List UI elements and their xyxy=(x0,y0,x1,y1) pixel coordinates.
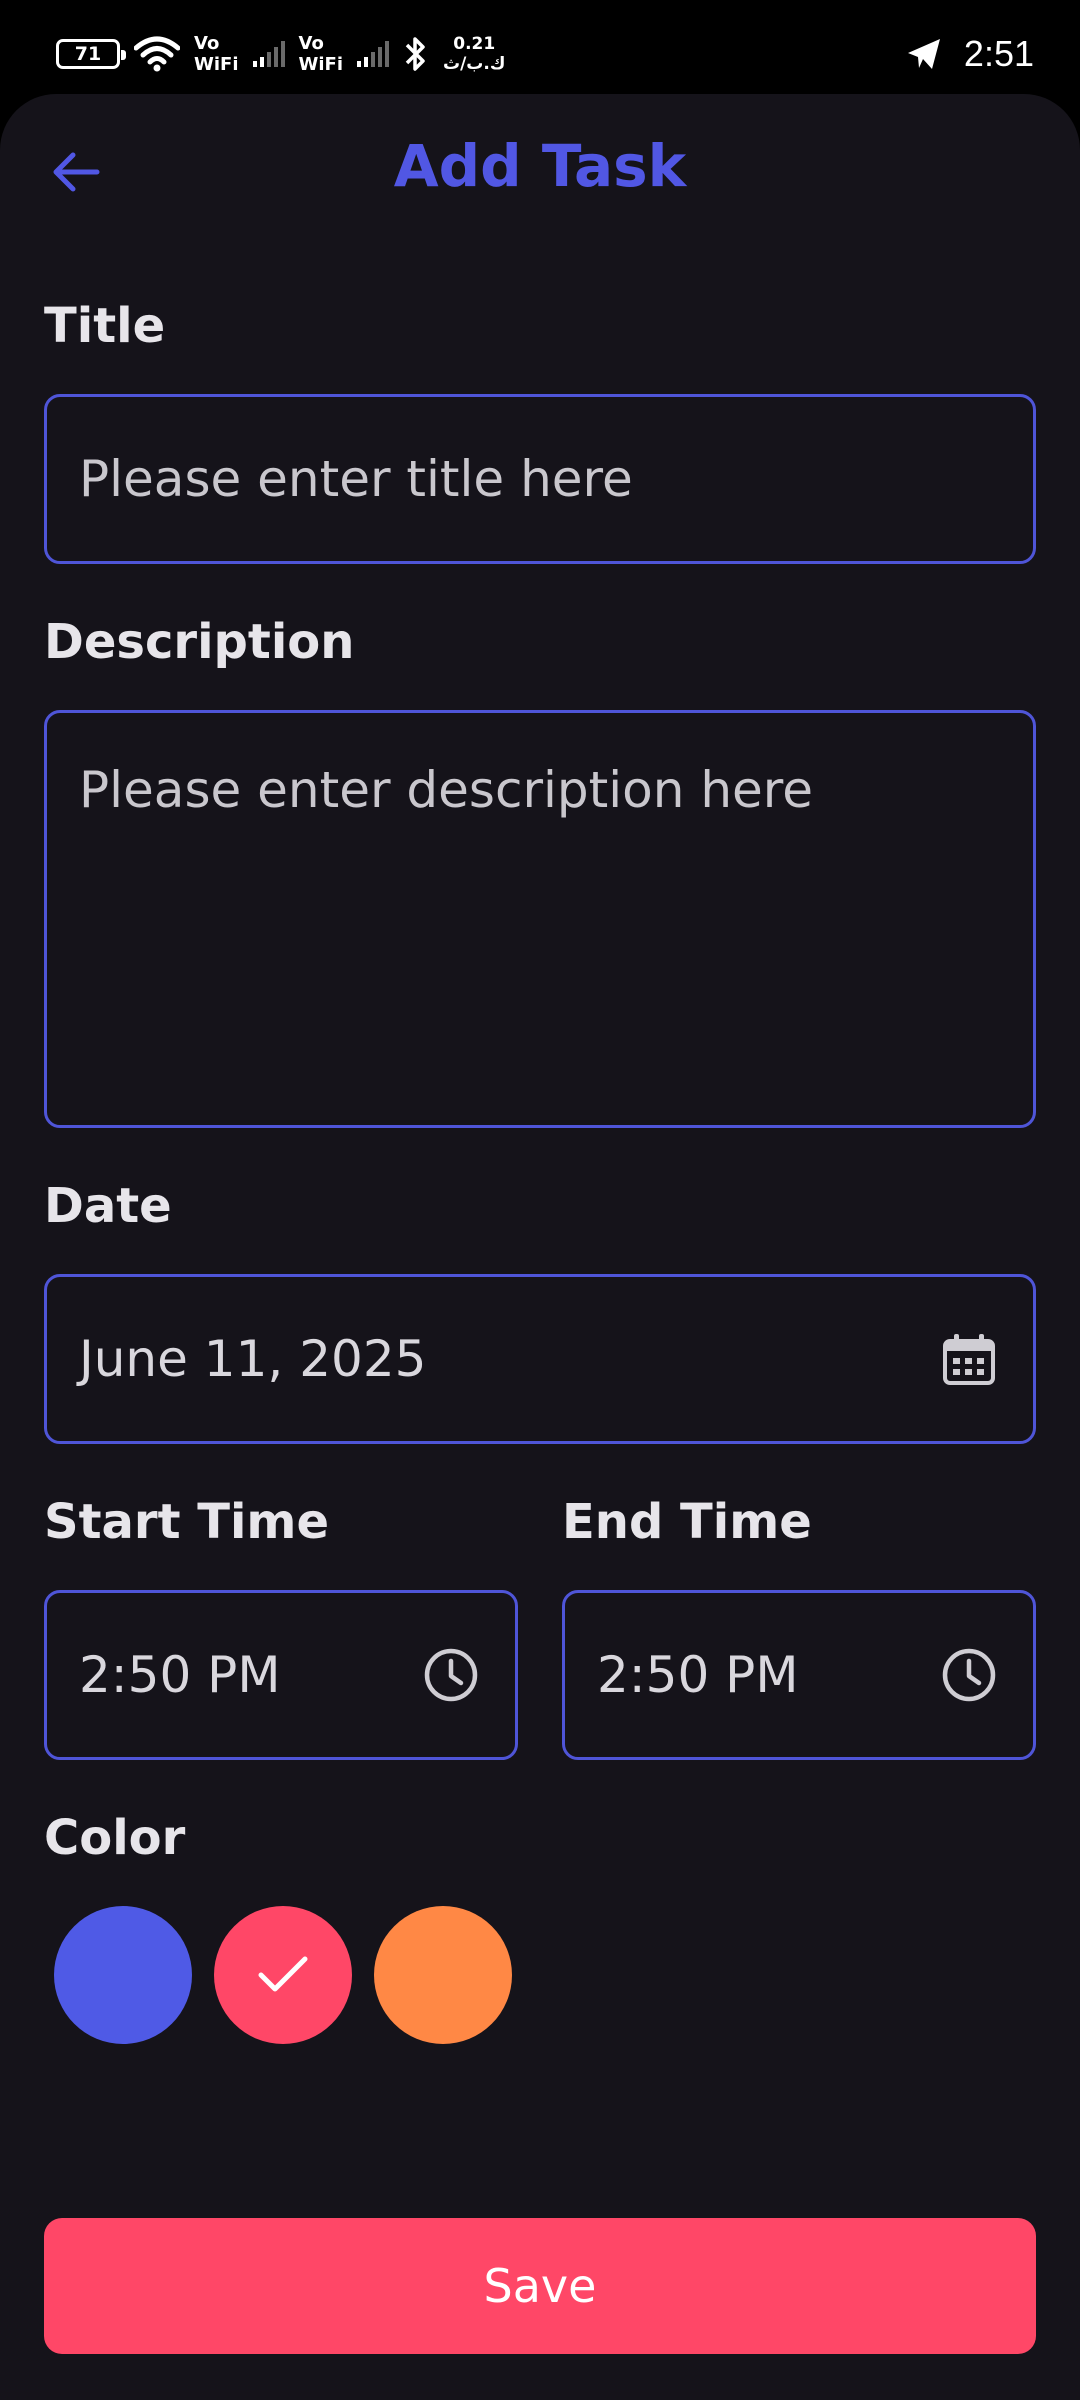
description-placeholder: Please enter description here xyxy=(79,761,813,819)
telegram-icon xyxy=(907,39,940,69)
start-time-field[interactable]: 2:50 PM xyxy=(44,1590,518,1760)
color-swatch[interactable] xyxy=(214,1906,352,2044)
color-swatch[interactable] xyxy=(54,1906,192,2044)
title-label: Title xyxy=(44,298,166,354)
title-placeholder: Please enter title here xyxy=(79,450,633,508)
description-label: Description xyxy=(44,614,355,670)
check-icon xyxy=(258,1956,308,1992)
end-time-label: End Time xyxy=(562,1494,812,1550)
end-time-field[interactable]: 2:50 PM xyxy=(562,1590,1036,1760)
network-speed: 0.21 ك.ب/ث xyxy=(443,34,506,74)
save-button[interactable]: Save xyxy=(44,2218,1036,2354)
add-task-screen: Add Task Title Please enter title here D… xyxy=(0,94,1080,2400)
battery-level: 71 xyxy=(74,43,102,65)
description-input[interactable]: Please enter description here xyxy=(44,710,1036,1128)
calendar-icon[interactable] xyxy=(941,1331,997,1387)
vowifi-indicator-1: Vo WiFi xyxy=(194,33,239,75)
start-time-value: 2:50 PM xyxy=(79,1646,281,1704)
signal-icon xyxy=(252,41,285,67)
battery-indicator: 71 xyxy=(56,39,126,69)
date-value: June 11, 2025 xyxy=(79,1330,427,1388)
end-time-value: 2:50 PM xyxy=(597,1646,799,1704)
status-time: 2:51 xyxy=(963,33,1034,74)
vowifi-indicator-2: Vo WiFi xyxy=(298,33,344,75)
date-field[interactable]: June 11, 2025 xyxy=(44,1274,1036,1444)
start-time-label: Start Time xyxy=(44,1494,329,1550)
color-label: Color xyxy=(44,1810,186,1866)
status-bar: 71 Vo WiFi Vo WiFi 0.21 ك.ب/ث 2:51 xyxy=(0,0,1080,92)
wifi-icon xyxy=(134,36,180,72)
bluetooth-icon xyxy=(405,37,425,71)
clock-icon[interactable] xyxy=(941,1647,997,1703)
color-swatch[interactable] xyxy=(374,1906,512,2044)
title-input[interactable]: Please enter title here xyxy=(44,394,1036,564)
date-label: Date xyxy=(44,1178,172,1234)
signal-icon-2 xyxy=(357,41,389,67)
page-title: Add Task xyxy=(393,132,687,200)
clock-icon[interactable] xyxy=(423,1647,479,1703)
